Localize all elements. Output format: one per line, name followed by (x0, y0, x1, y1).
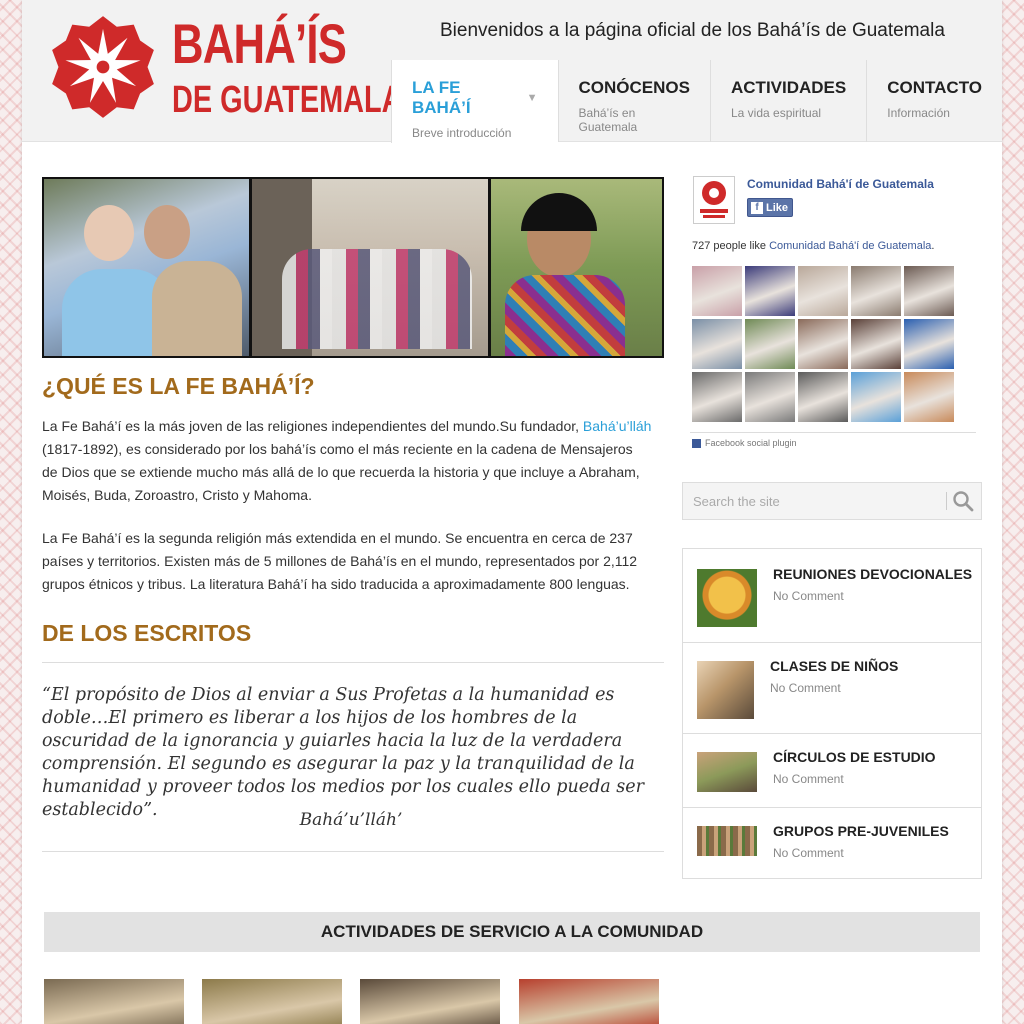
nav-item-title: LA FE BAHÁ’Í (412, 78, 471, 117)
service-thumbnail[interactable] (360, 979, 500, 1024)
logo-title[interactable]: BAHÁ’ÍS (172, 16, 347, 72)
fb-page-name[interactable]: Comunidad Bahá'í de Guatemala (747, 177, 934, 191)
main-nav: LA FE BAHÁ’Í ▼ Breve introducción CONÓCE… (391, 60, 1002, 143)
fb-fan-avatar[interactable] (798, 372, 848, 422)
nav-item-title: CONÓCENOS (578, 78, 690, 97)
nav-item-subtitle: Breve introducción (412, 126, 512, 140)
nav-item-contacto[interactable]: CONTACTO Información (866, 60, 1002, 142)
fb-fan-avatar[interactable] (692, 319, 742, 369)
post-item[interactable]: CÍRCULOS DE ESTUDIO No Comment (683, 734, 981, 808)
photo-group (252, 179, 488, 356)
divider (42, 851, 664, 852)
divider (690, 432, 976, 433)
logo-subtitle[interactable]: DE GUATEMALA (172, 80, 402, 120)
fb-fan-avatar[interactable] (798, 266, 848, 316)
quote-author: Bahá’u’lláh’ (299, 810, 403, 830)
intro-text-end: (1817-1892), es considerado por los bahá… (42, 441, 640, 503)
service-thumbnail[interactable] (519, 979, 659, 1024)
nav-item-subtitle: Bahá’ís en Guatemala (578, 106, 638, 134)
post-item[interactable]: CLASES DE NIÑOS No Comment (683, 643, 981, 734)
site-header: BAHÁ’ÍS DE GUATEMALA Bienvenidos a la pá… (22, 0, 1002, 143)
post-thumbnail[interactable] (697, 752, 757, 792)
post-comments[interactable]: No Comment (773, 772, 844, 786)
post-thumbnail[interactable] (697, 569, 757, 627)
section-title-escritos: DE LOS ESCRITOS (42, 620, 252, 646)
post-title[interactable]: GRUPOS PRE-JUVENILES (773, 823, 949, 839)
fb-fan-avatar[interactable] (904, 319, 954, 369)
star-logo-icon (700, 181, 728, 218)
nav-item-actividades[interactable]: ACTIVIDADES La vida espiritual (710, 60, 866, 142)
intro-paragraph: La Fe Bahá’í es la más joven de las reli… (42, 415, 652, 507)
facebook-icon (692, 438, 701, 448)
nav-item-subtitle: La vida espiritual (731, 106, 822, 120)
fb-fan-avatar[interactable] (745, 266, 795, 316)
section-title-que-es: ¿QUÉ ES LA FE BAHÁ’Í? (42, 373, 315, 399)
post-title[interactable]: CÍRCULOS DE ESTUDIO (773, 749, 936, 765)
photo-girl (490, 179, 662, 356)
bahaullah-link[interactable]: Bahá’u’lláh (583, 418, 652, 434)
page-wrapper: BAHÁ’ÍS DE GUATEMALA Bienvenidos a la pá… (22, 0, 1002, 1024)
fb-fan-avatar[interactable] (851, 266, 901, 316)
intro-text-start: La Fe Bahá’í es la más joven de las reli… (42, 418, 583, 434)
fb-fan-avatar[interactable] (692, 372, 742, 422)
service-thumbnail[interactable] (44, 979, 184, 1024)
fb-fan-avatar[interactable] (851, 372, 901, 422)
post-title[interactable]: CLASES DE NIÑOS (770, 658, 898, 674)
post-item[interactable]: REUNIONES DEVOCIONALES No Comment (683, 549, 981, 643)
post-title[interactable]: REUNIONES DEVOCIONALES (773, 566, 972, 582)
search-input[interactable] (683, 483, 945, 519)
nav-title-row: LA FE BAHÁ’Í ▼ (412, 78, 538, 118)
fb-fan-avatar[interactable] (692, 266, 742, 316)
post-comments[interactable]: No Comment (773, 589, 844, 603)
search-box (682, 482, 982, 520)
post-thumbnail[interactable] (697, 826, 757, 856)
fb-like-count: 727 people like Comunidad Bahá'í de Guat… (692, 240, 934, 252)
service-section-title: ACTIVIDADES DE SERVICIO A LA COMUNIDAD (44, 912, 980, 952)
post-comments[interactable]: No Comment (770, 681, 841, 695)
fb-fan-avatar[interactable] (745, 319, 795, 369)
fb-faces-grid (692, 266, 954, 422)
fb-plugin-label: Facebook social plugin (705, 438, 797, 448)
fb-fan-avatar[interactable] (904, 372, 954, 422)
fb-page-link[interactable]: Comunidad Bahá'í de Guatemala (769, 240, 931, 252)
fb-plugin-credit[interactable]: Facebook social plugin (692, 438, 797, 448)
quote-text: “El propósito de Dios al enviar a Sus Pr… (42, 685, 644, 820)
nav-item-title: CONTACTO (887, 78, 982, 97)
fb-count-text: 727 people like (692, 240, 770, 252)
service-thumbnail[interactable] (202, 979, 342, 1024)
fb-like-button[interactable]: f Like (747, 198, 793, 217)
divider (42, 662, 664, 663)
welcome-message: Bienvenidos a la página oficial de los B… (440, 20, 945, 41)
facebook-like-box: Comunidad Bahá'í de Guatemala f Like 727… (690, 172, 976, 452)
fb-fan-avatar[interactable] (798, 319, 848, 369)
post-item[interactable]: GRUPOS PRE-JUVENILES No Comment (683, 808, 981, 878)
fb-fan-avatar[interactable] (745, 372, 795, 422)
nav-item-title: ACTIVIDADES (731, 78, 847, 97)
stats-paragraph: La Fe Bahá’í es la segunda religión más … (42, 530, 638, 592)
fb-count-end: . (931, 240, 935, 252)
nine-pointed-star-logo-icon[interactable] (50, 14, 156, 120)
facebook-f-icon: f (751, 201, 763, 214)
photo-banner (42, 177, 664, 358)
fb-like-label: Like (766, 201, 789, 214)
fb-fan-avatar[interactable] (851, 319, 901, 369)
recent-posts-list: REUNIONES DEVOCIONALES No Comment CLASES… (682, 548, 982, 879)
fb-fan-avatar[interactable] (904, 266, 954, 316)
fb-page-avatar[interactable] (693, 176, 735, 224)
post-comments[interactable]: No Comment (773, 846, 844, 860)
post-thumbnail[interactable] (697, 661, 754, 719)
search-icon[interactable] (951, 489, 975, 513)
search-separator (946, 492, 947, 510)
dropdown-arrow-icon[interactable]: ▼ (527, 92, 538, 104)
photo-couple (44, 179, 249, 356)
nav-item-la-fe-bahai[interactable]: LA FE BAHÁ’Í ▼ Breve introducción (391, 60, 558, 143)
nav-item-conocenos[interactable]: CONÓCENOS Bahá’ís en Guatemala (557, 60, 710, 142)
nav-item-subtitle: Información (887, 106, 950, 120)
